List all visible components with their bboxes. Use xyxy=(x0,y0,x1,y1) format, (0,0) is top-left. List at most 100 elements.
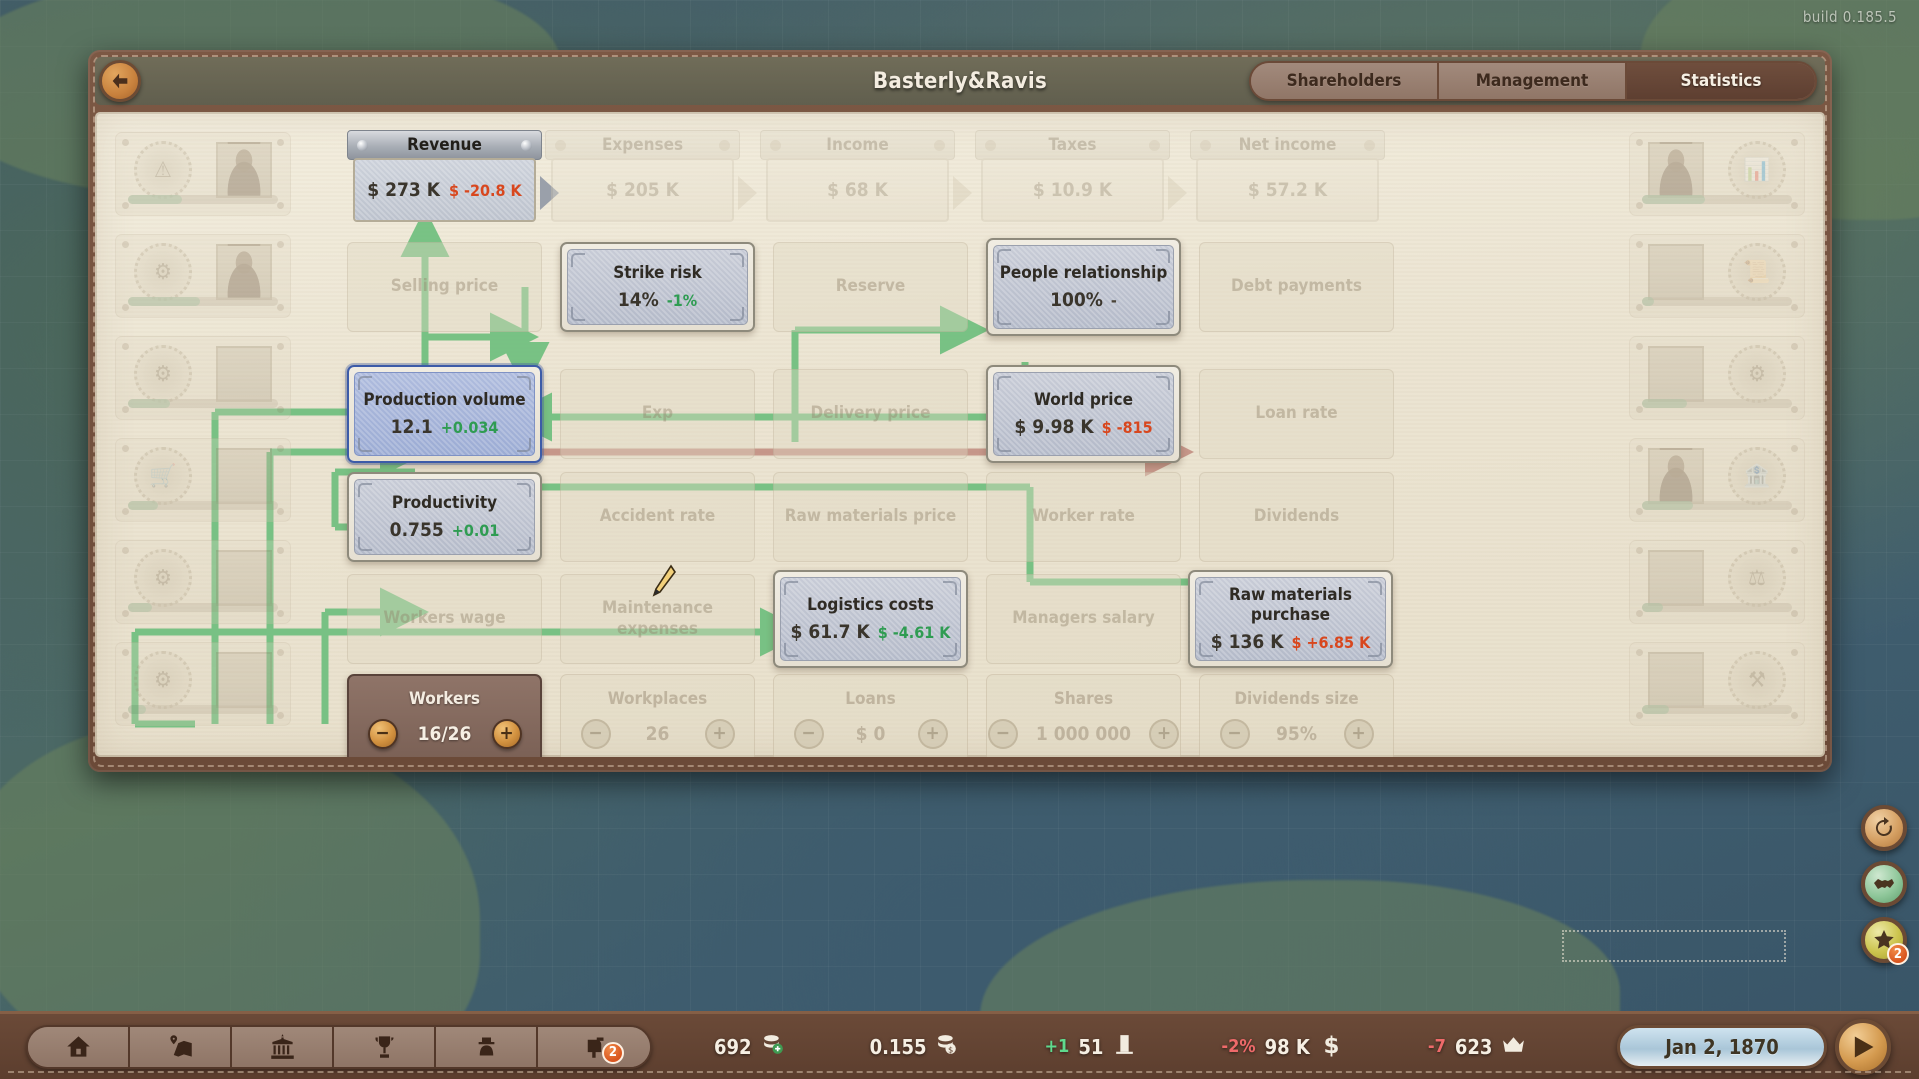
screw-icon xyxy=(277,445,284,452)
manager-card[interactable]: 📜 xyxy=(1629,234,1805,318)
bottom-menu-agents[interactable] xyxy=(436,1027,538,1067)
increment-button[interactable]: + xyxy=(1344,719,1374,749)
manager-card[interactable]: 🏦 xyxy=(1629,438,1805,522)
node-production-volume[interactable]: Production volume 12.1 +0.034 xyxy=(347,365,542,463)
node-worker-rate[interactable]: Worker rate xyxy=(986,472,1181,562)
population-resource[interactable]: +1 51 xyxy=(1044,1032,1137,1061)
stepper-label: Shares xyxy=(1054,689,1113,709)
tab-statistics[interactable]: Statistics xyxy=(1627,63,1815,99)
bottom-menu-mail[interactable]: 2 xyxy=(538,1027,650,1067)
progress-bar xyxy=(128,399,278,408)
stepper-controls: − 16/26 + xyxy=(368,719,522,749)
node-raw-materials-purchase[interactable]: Raw materials purchase $ 136 K $ +6.85 K xyxy=(1188,570,1393,668)
stat-card-expenses[interactable]: Expenses $ 205 K xyxy=(545,130,740,222)
increment-button[interactable]: + xyxy=(705,719,735,749)
selection-marquee xyxy=(1562,930,1786,962)
decrement-button[interactable]: − xyxy=(988,719,1018,749)
increment-button[interactable]: + xyxy=(492,719,522,749)
stepper-loans[interactable]: Loans − $ 0 + xyxy=(773,674,968,757)
progress-bar xyxy=(1642,399,1792,408)
node-logistics-costs[interactable]: Logistics costs $ 61.7 K $ -4.61 K xyxy=(773,570,968,668)
node-accident-rate[interactable]: Accident rate xyxy=(560,472,755,562)
handshake-button[interactable] xyxy=(1861,861,1907,907)
node-managers-salary[interactable]: Managers salary xyxy=(986,574,1181,664)
node-delta: +0.034 xyxy=(441,418,499,437)
current-date: Jan 2, 1870 xyxy=(1665,1035,1779,1059)
stepper-dividends-size[interactable]: Dividends size − 95% + xyxy=(1199,674,1394,757)
screw-icon xyxy=(1791,202,1798,209)
screw-icon xyxy=(1791,445,1798,452)
node-selling-price[interactable]: Selling price xyxy=(347,242,542,332)
stepper-workers[interactable]: Workers − 16/26 + xyxy=(347,674,542,757)
node-delivery-price[interactable]: Delivery price xyxy=(773,369,968,459)
bottom-menu-home[interactable] xyxy=(28,1027,130,1067)
node-strike-risk[interactable]: Strike risk 14% -1% xyxy=(560,242,755,332)
decrement-button[interactable]: − xyxy=(794,719,824,749)
node-people-relationship[interactable]: People relationship 100% - xyxy=(986,238,1181,336)
increment-button[interactable]: + xyxy=(918,719,948,749)
manager-card[interactable]: ⚠ xyxy=(115,132,291,216)
node-productivity[interactable]: Productivity 0.755 +0.01 xyxy=(347,472,542,562)
node-debt-payments[interactable]: Debt payments xyxy=(1199,242,1394,332)
node-label: Exp xyxy=(560,369,755,459)
rate-resource[interactable]: 0.155 $ xyxy=(870,1032,961,1061)
manager-card[interactable]: ⚙ xyxy=(115,540,291,624)
manager-card[interactable]: 🛒 xyxy=(115,438,291,522)
node-loan-rate[interactable]: Loan rate xyxy=(1199,369,1394,459)
bottom-menu-map[interactable] xyxy=(130,1027,232,1067)
progress-bar xyxy=(128,705,278,714)
node-exp[interactable]: Exp xyxy=(560,369,755,459)
node-inner: Logistics costs $ 61.7 K $ -4.61 K xyxy=(780,577,961,661)
stat-card-taxes[interactable]: Taxes $ 10.9 K xyxy=(975,130,1170,222)
stat-card-net-income[interactable]: Net income $ 57.2 K xyxy=(1190,130,1385,222)
manager-card[interactable]: ⚙ xyxy=(1629,336,1805,420)
tab-shareholders[interactable]: Shareholders xyxy=(1251,63,1439,99)
node-values: 0.755 +0.01 xyxy=(390,519,500,541)
bottom-menu-awards[interactable] xyxy=(334,1027,436,1067)
bottom-menu-politics[interactable] xyxy=(232,1027,334,1067)
back-button[interactable] xyxy=(99,60,141,102)
node-workers-wage[interactable]: Workers wage xyxy=(347,574,542,664)
progress-bar xyxy=(1642,705,1792,714)
card-value: $ 205 K xyxy=(606,179,679,201)
node-label: Selling price xyxy=(347,242,542,332)
date-display[interactable]: Jan 2, 1870 xyxy=(1617,1025,1827,1069)
node-dividends[interactable]: Dividends xyxy=(1199,472,1394,562)
progress-bar xyxy=(1642,501,1792,510)
screw-icon xyxy=(122,304,129,311)
node-card: Logistics costs $ 61.7 K $ -4.61 K xyxy=(773,570,968,668)
node-values: $ 9.98 K $ -815 xyxy=(1014,416,1152,438)
node-reserve[interactable]: Reserve xyxy=(773,242,968,332)
node-values: $ 61.7 K $ -4.61 K xyxy=(791,621,951,643)
tab-management[interactable]: Management xyxy=(1439,63,1627,99)
manager-card[interactable]: 📊 xyxy=(1629,132,1805,216)
manager-card[interactable]: ⚙ xyxy=(115,336,291,420)
refresh-icon xyxy=(1872,816,1896,840)
manager-card[interactable]: ⚖ xyxy=(1629,540,1805,624)
decrement-button[interactable]: − xyxy=(1220,719,1250,749)
cash-resource[interactable]: 692 xyxy=(714,1032,786,1061)
screw-icon xyxy=(1636,649,1643,656)
population-value: 51 xyxy=(1078,1035,1103,1059)
node-world-price[interactable]: World price $ 9.98 K $ -815 xyxy=(986,365,1181,463)
stepper-shares[interactable]: Shares − 1 000 000 + xyxy=(986,674,1181,757)
node-label: Debt payments xyxy=(1199,242,1394,332)
progress-bar xyxy=(128,195,278,204)
increment-button[interactable]: + xyxy=(1149,719,1179,749)
stepper-workplaces[interactable]: Workplaces − 26 + xyxy=(560,674,755,757)
star-button[interactable]: 2 xyxy=(1861,917,1907,963)
node-delta: -1% xyxy=(667,291,697,310)
refresh-button[interactable] xyxy=(1861,805,1907,851)
stat-card-income[interactable]: Income $ 68 K xyxy=(760,130,955,222)
node-raw-materials-price[interactable]: Raw materials price xyxy=(773,472,968,562)
manager-card[interactable]: ⚒ xyxy=(1629,642,1805,726)
decrement-button[interactable]: − xyxy=(368,719,398,749)
capital-resource[interactable]: -2% 98 K $ xyxy=(1221,1032,1343,1061)
manager-card[interactable]: ⚙ xyxy=(115,234,291,318)
decrement-button[interactable]: − xyxy=(581,719,611,749)
stat-card-revenue[interactable]: Revenue $ 273 K $ -20.8 K xyxy=(347,130,542,222)
play-pause-button[interactable] xyxy=(1835,1019,1891,1075)
prestige-resource[interactable]: -7 623 xyxy=(1428,1032,1527,1061)
manager-card[interactable]: ⚙ xyxy=(115,642,291,726)
capital-delta: -2% xyxy=(1221,1036,1255,1057)
